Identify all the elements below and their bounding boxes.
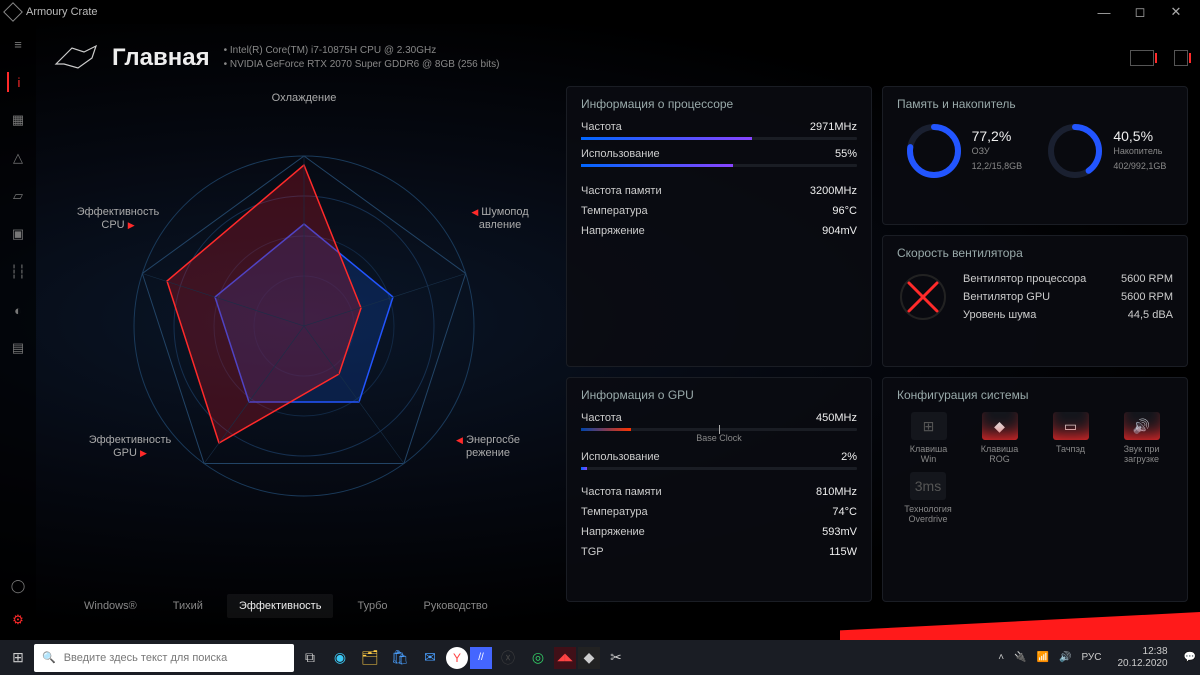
yandex-icon[interactable]: Y (446, 647, 468, 669)
tray-volume-icon[interactable]: 🔊 (1059, 652, 1071, 663)
radar-label-cooling: Охлаждение (272, 92, 337, 105)
fan-stat-row: Вентилятор GPU5600 RPM (963, 288, 1173, 306)
radar-chart: Охлаждение ◀ Шумопод авление ◀ Энергосбе… (74, 86, 534, 546)
page-header: Главная • Intel(R) Core(TM) i7-10875H CP… (54, 30, 1188, 86)
snip-icon[interactable]: ✂ (602, 644, 630, 672)
taskbar-search[interactable]: 🔍 Введите здесь текст для поиска (34, 644, 294, 672)
system-config-card: Конфигурация системы ⊞Клавиша Win◆Клавиш… (882, 377, 1188, 602)
explorer-icon[interactable]: 🗂 (356, 644, 384, 672)
system-specs: • Intel(R) Core(TM) i7-10875H CPU @ 2.30… (224, 44, 500, 72)
fan-icon (897, 271, 949, 323)
xbox-icon[interactable]: ⓧ (494, 644, 522, 672)
rog-logo-icon (54, 44, 98, 72)
page-title: Главная (112, 44, 210, 72)
sidebar-account[interactable]: ◯ (8, 576, 28, 596)
cpu-usage-bar (581, 164, 733, 167)
cfg-Звук при[interactable]: 🔊Звук при загрузке (1110, 412, 1173, 464)
app-icon-1[interactable]: // (470, 647, 492, 669)
close-button[interactable]: ✕ (1158, 4, 1194, 20)
radar-label-noise: ◀ Шумопод авление (460, 206, 540, 232)
gpu-info-card: Информация о GPU Частота450MHz Base Cloc… (566, 377, 872, 602)
radar-label-cpu: Эффективность CPU ▶ (68, 206, 168, 232)
radar-label-power: ◀ Энергосбе режение (448, 434, 528, 460)
sidebar-devices[interactable]: ▦ (8, 110, 28, 130)
cpu-card-title: Информация о процессоре (581, 97, 857, 111)
app-icon (3, 2, 23, 22)
memory-card: Память и накопитель 77,2%ОЗУ12,2/15,8GB … (882, 86, 1188, 225)
store-icon[interactable]: 🛍 (386, 644, 414, 672)
sidebar-home[interactable]: i (7, 72, 27, 92)
app-icon-3[interactable]: ◢◣ (554, 647, 576, 669)
cfg-Технология[interactable]: 3msТехнология Overdrive (897, 472, 959, 524)
cfg-Клавиша[interactable]: ⊞Клавиша Win (897, 412, 960, 464)
sidebar-settings[interactable]: ⚙ (8, 610, 28, 630)
sidebar-news[interactable]: ▤ (8, 338, 28, 358)
window-title: Armoury Crate (26, 6, 98, 18)
mode-tabs: Windows® Тихий Эффективность Турбо Руководст… (72, 594, 1200, 618)
battery-icon[interactable] (1174, 50, 1188, 66)
cpu-info-card: Информация о процессоре Частота2971MHz И… (566, 86, 872, 367)
fan-card: Скорость вентилятора Вентилятор процессо… (882, 235, 1188, 368)
task-view-icon[interactable]: ⧉ (296, 644, 324, 672)
tray-up-icon[interactable]: ˄ (998, 652, 1004, 663)
cfg-Тачпэд[interactable]: ▭Тачпэд (1039, 412, 1102, 464)
tray-power-icon[interactable]: 🔌 (1014, 652, 1026, 663)
radar-label-gpu: Эффективность GPU ▶ (80, 434, 180, 460)
cfg-Клавиша[interactable]: ◆Клавиша ROG (968, 412, 1031, 464)
tray-wifi-icon[interactable]: 📶 (1037, 652, 1049, 663)
sidebar-tools[interactable]: ▱ (8, 186, 28, 206)
armoury-task-icon[interactable]: ◆ (578, 647, 600, 669)
sidebar-deals[interactable]: ◐ (8, 300, 28, 320)
taskbar-clock[interactable]: 12:3820.12.2020 (1111, 646, 1173, 670)
page-indicator[interactable] (1126, 622, 1170, 630)
app-icon-2[interactable]: ◎ (524, 644, 552, 672)
mode-эффективность[interactable]: Эффективность (227, 594, 334, 618)
storage-gauge: 40,5%Накопитель402/992,1GB (1045, 121, 1166, 181)
cpu-freq-bar (581, 137, 752, 140)
menu-icon[interactable]: ≡ (8, 34, 28, 54)
search-icon: 🔍 (42, 651, 56, 664)
mail-icon[interactable]: ✉ (416, 644, 444, 672)
sidebar-scenario[interactable]: ▣ (8, 224, 28, 244)
mode-руководство[interactable]: Руководство (411, 594, 499, 618)
edge-icon[interactable]: ◉ (326, 644, 354, 672)
ram-gauge: 77,2%ОЗУ12,2/15,8GB (904, 121, 1023, 181)
start-button[interactable]: ⊞ (4, 644, 32, 672)
tray-lang[interactable]: РУС (1081, 652, 1101, 663)
mode-windows®[interactable]: Windows® (72, 594, 149, 618)
fan-stat-row: Уровень шума44,5 dBA (963, 306, 1173, 324)
sidebar: ≡ i ▦ △ ▱ ▣ ┆┆ ◐ ▤ ◯ ⚙ (0, 24, 36, 640)
sidebar-aura[interactable]: △ (8, 148, 28, 168)
mode-турбо[interactable]: Турбо (345, 594, 399, 618)
fan-stat-row: Вентилятор процессора5600 RPM (963, 270, 1173, 288)
hyperfan-icon[interactable] (1130, 50, 1154, 66)
titlebar: Armoury Crate — ◻ ✕ (0, 0, 1200, 24)
mode-тихий[interactable]: Тихий (161, 594, 215, 618)
maximize-button[interactable]: ◻ (1122, 4, 1158, 20)
notifications-icon[interactable]: 💬 (1184, 652, 1196, 663)
sidebar-tuning[interactable]: ┆┆ (8, 262, 28, 282)
minimize-button[interactable]: — (1086, 5, 1122, 20)
windows-taskbar: ⊞ 🔍 Введите здесь текст для поиска ⧉ ◉ 🗂… (0, 640, 1200, 675)
